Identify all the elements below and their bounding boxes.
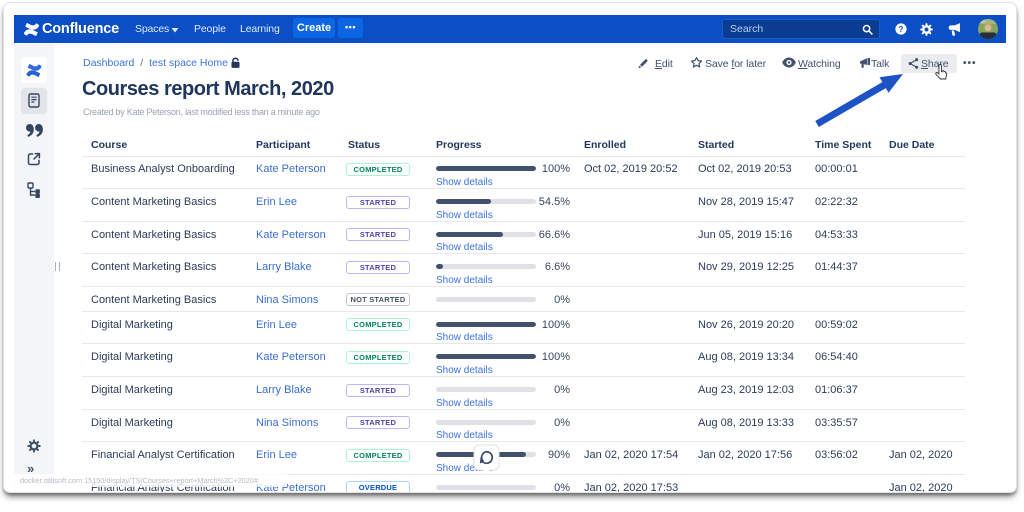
svg-text:?: ? (899, 25, 904, 34)
